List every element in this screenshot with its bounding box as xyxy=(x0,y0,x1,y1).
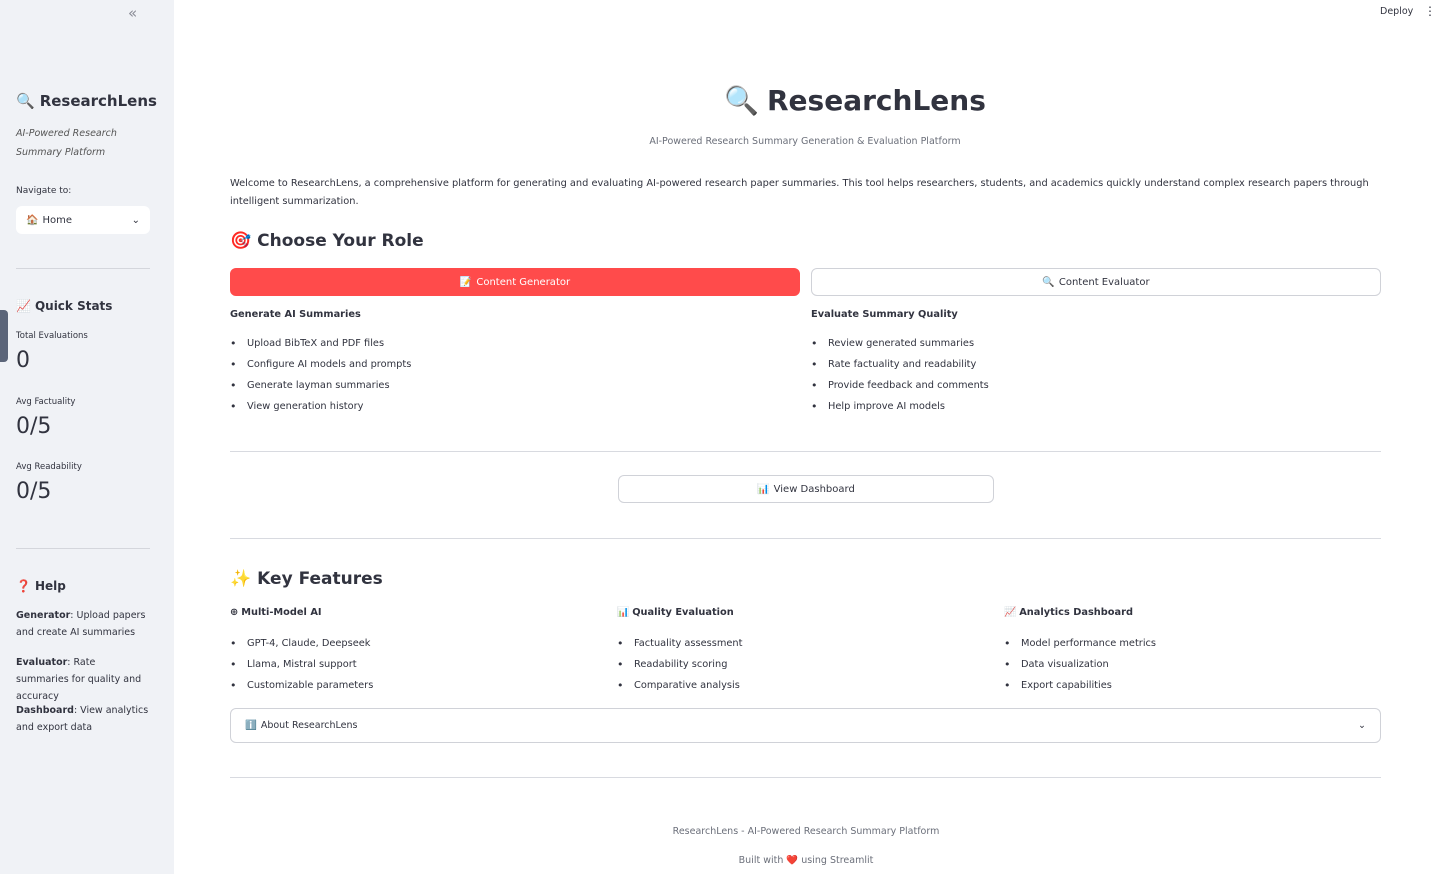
view-dashboard-button[interactable]: 📊 View Dashboard xyxy=(618,475,994,503)
section-divider xyxy=(230,538,1381,539)
sidebar: « 🔍 ResearchLens AI-Powered Research Sum… xyxy=(0,0,174,874)
stat-value-avg-factuality: 0/5 xyxy=(16,414,52,439)
question-icon: ❓ xyxy=(16,579,31,593)
help-heading: ❓ Help xyxy=(16,579,66,593)
choose-role-heading: 🎯 Choose Your Role xyxy=(230,231,424,251)
footer-using-text: using Streamlit xyxy=(801,855,874,866)
feature-heading-text: Quality Evaluation xyxy=(632,607,734,618)
chart-up-icon: 📈 xyxy=(1004,607,1017,618)
content-generator-label: Content Generator xyxy=(476,276,571,288)
sparkles-icon: ✨ xyxy=(230,569,252,589)
help-generator: Generator: Upload papers and create AI s… xyxy=(16,607,150,641)
page-title: 🔍 ResearchLens xyxy=(0,84,1446,117)
sidebar-divider xyxy=(16,548,150,549)
target-icon: 🎯 xyxy=(230,231,252,251)
heart-icon: ❤️ xyxy=(786,855,799,866)
magnifier-icon: 🔍 xyxy=(724,84,759,117)
chart-up-icon: 📈 xyxy=(16,299,31,313)
feature-heading-multi-model: ⊕ Multi-Model AI xyxy=(230,607,322,618)
section-divider xyxy=(230,777,1381,778)
list-item: Readability scoring xyxy=(617,654,742,675)
feature-list-quality-evaluation: Factuality assessment Readability scorin… xyxy=(617,633,742,696)
ai-chip-icon: ⊕ xyxy=(230,607,239,618)
footer-tagline: ResearchLens - AI-Powered Research Summa… xyxy=(672,826,940,837)
list-item: Customizable parameters xyxy=(230,675,373,696)
feature-heading-analytics-dashboard: 📈 Analytics Dashboard xyxy=(1004,607,1133,618)
generator-feature-list: Upload BibTeX and PDF files Configure AI… xyxy=(230,333,411,417)
quick-stats-heading-text: Quick Stats xyxy=(34,299,113,313)
quick-stats-heading: 📈 Quick Stats xyxy=(16,299,112,313)
home-icon: 🏠 xyxy=(26,214,39,226)
feature-list-multi-model: GPT-4, Claude, Deepseek Llama, Mistral s… xyxy=(230,633,373,696)
list-item: Comparative analysis xyxy=(617,675,742,696)
magnifier-icon: 🔍 xyxy=(1042,276,1055,288)
list-item: Factuality assessment xyxy=(617,633,742,654)
list-item: View generation history xyxy=(230,396,411,417)
feature-list-analytics-dashboard: Model performance metrics Data visualiza… xyxy=(1004,633,1156,696)
memo-icon: 📝 xyxy=(459,276,473,288)
page-title-text: ResearchLens xyxy=(767,84,986,117)
sidebar-resize-handle[interactable] xyxy=(0,310,8,362)
list-item: Review generated summaries xyxy=(811,333,989,354)
stat-label-total-evaluations: Total Evaluations xyxy=(16,331,88,341)
nav-selected-value: Home xyxy=(42,214,72,226)
section-divider xyxy=(230,451,1381,452)
key-features-heading: ✨ Key Features xyxy=(230,569,383,589)
content-evaluator-button[interactable]: 🔍 Content Evaluator xyxy=(811,268,1381,296)
help-term: Generator xyxy=(16,610,71,621)
content-evaluator-label: Content Evaluator xyxy=(1058,276,1150,288)
view-dashboard-label: View Dashboard xyxy=(773,483,855,495)
bar-chart-icon: 📊 xyxy=(617,607,630,618)
stat-value-avg-readability: 0/5 xyxy=(16,479,52,504)
list-item: Data visualization xyxy=(1004,654,1156,675)
choose-role-heading-text: Choose Your Role xyxy=(257,231,424,251)
help-dashboard: Dashboard: View analytics and export dat… xyxy=(16,702,150,736)
chevron-down-icon: ⌄ xyxy=(131,214,140,226)
key-features-heading-text: Key Features xyxy=(257,569,383,589)
feature-heading-quality-evaluation: 📊 Quality Evaluation xyxy=(617,607,734,618)
evaluator-column-heading: Evaluate Summary Quality xyxy=(811,309,958,320)
page-subtitle: AI-Powered Research Summary Generation &… xyxy=(649,136,961,147)
info-icon: ℹ️ xyxy=(245,720,257,731)
list-item: Model performance metrics xyxy=(1004,633,1156,654)
feature-heading-text: Multi-Model AI xyxy=(241,607,322,618)
list-item: Configure AI models and prompts xyxy=(230,354,411,375)
main-menu-icon[interactable]: ⋮ xyxy=(1424,4,1436,18)
evaluator-feature-list: Review generated summaries Rate factuali… xyxy=(811,333,989,417)
help-term: Evaluator xyxy=(16,657,68,668)
generator-column-heading: Generate AI Summaries xyxy=(230,309,361,320)
feature-heading-text: Analytics Dashboard xyxy=(1019,607,1133,618)
collapse-sidebar-icon[interactable]: « xyxy=(128,4,137,22)
list-item: Upload BibTeX and PDF files xyxy=(230,333,411,354)
about-expander[interactable]: ℹ️ About ResearchLens ⌄ xyxy=(230,708,1381,743)
help-term: Dashboard xyxy=(16,705,74,716)
deploy-button[interactable]: Deploy xyxy=(1380,6,1413,17)
help-heading-text: Help xyxy=(34,579,66,593)
stat-label-avg-factuality: Avg Factuality xyxy=(16,397,76,407)
sidebar-subtitle: AI-Powered Research Summary Platform xyxy=(16,128,117,158)
nav-label: Navigate to: xyxy=(16,186,72,196)
list-item: Help improve AI models xyxy=(811,396,989,417)
footer-built-text: Built with xyxy=(738,855,784,866)
welcome-text: Welcome to ResearchLens, a comprehensive… xyxy=(230,178,1369,207)
help-evaluator: Evaluator: Rate summaries for quality an… xyxy=(16,654,150,705)
list-item: GPT-4, Claude, Deepseek xyxy=(230,633,373,654)
list-item: Rate factuality and readability xyxy=(811,354,989,375)
stat-label-avg-readability: Avg Readability xyxy=(16,462,82,472)
footer-built-with: Built with ❤️ using Streamlit xyxy=(600,855,1012,866)
about-expander-label: About ResearchLens xyxy=(260,720,358,731)
nav-select[interactable]: 🏠 Home ⌄ xyxy=(16,206,150,234)
list-item: Generate layman summaries xyxy=(230,375,411,396)
list-item: Provide feedback and comments xyxy=(811,375,989,396)
stat-value-total-evaluations: 0 xyxy=(16,348,30,373)
bar-chart-icon: 📊 xyxy=(757,483,770,495)
list-item: Llama, Mistral support xyxy=(230,654,373,675)
chevron-down-icon: ⌄ xyxy=(1358,720,1366,731)
sidebar-divider xyxy=(16,268,150,269)
list-item: Export capabilities xyxy=(1004,675,1156,696)
content-generator-button[interactable]: 📝 Content Generator xyxy=(230,268,800,296)
